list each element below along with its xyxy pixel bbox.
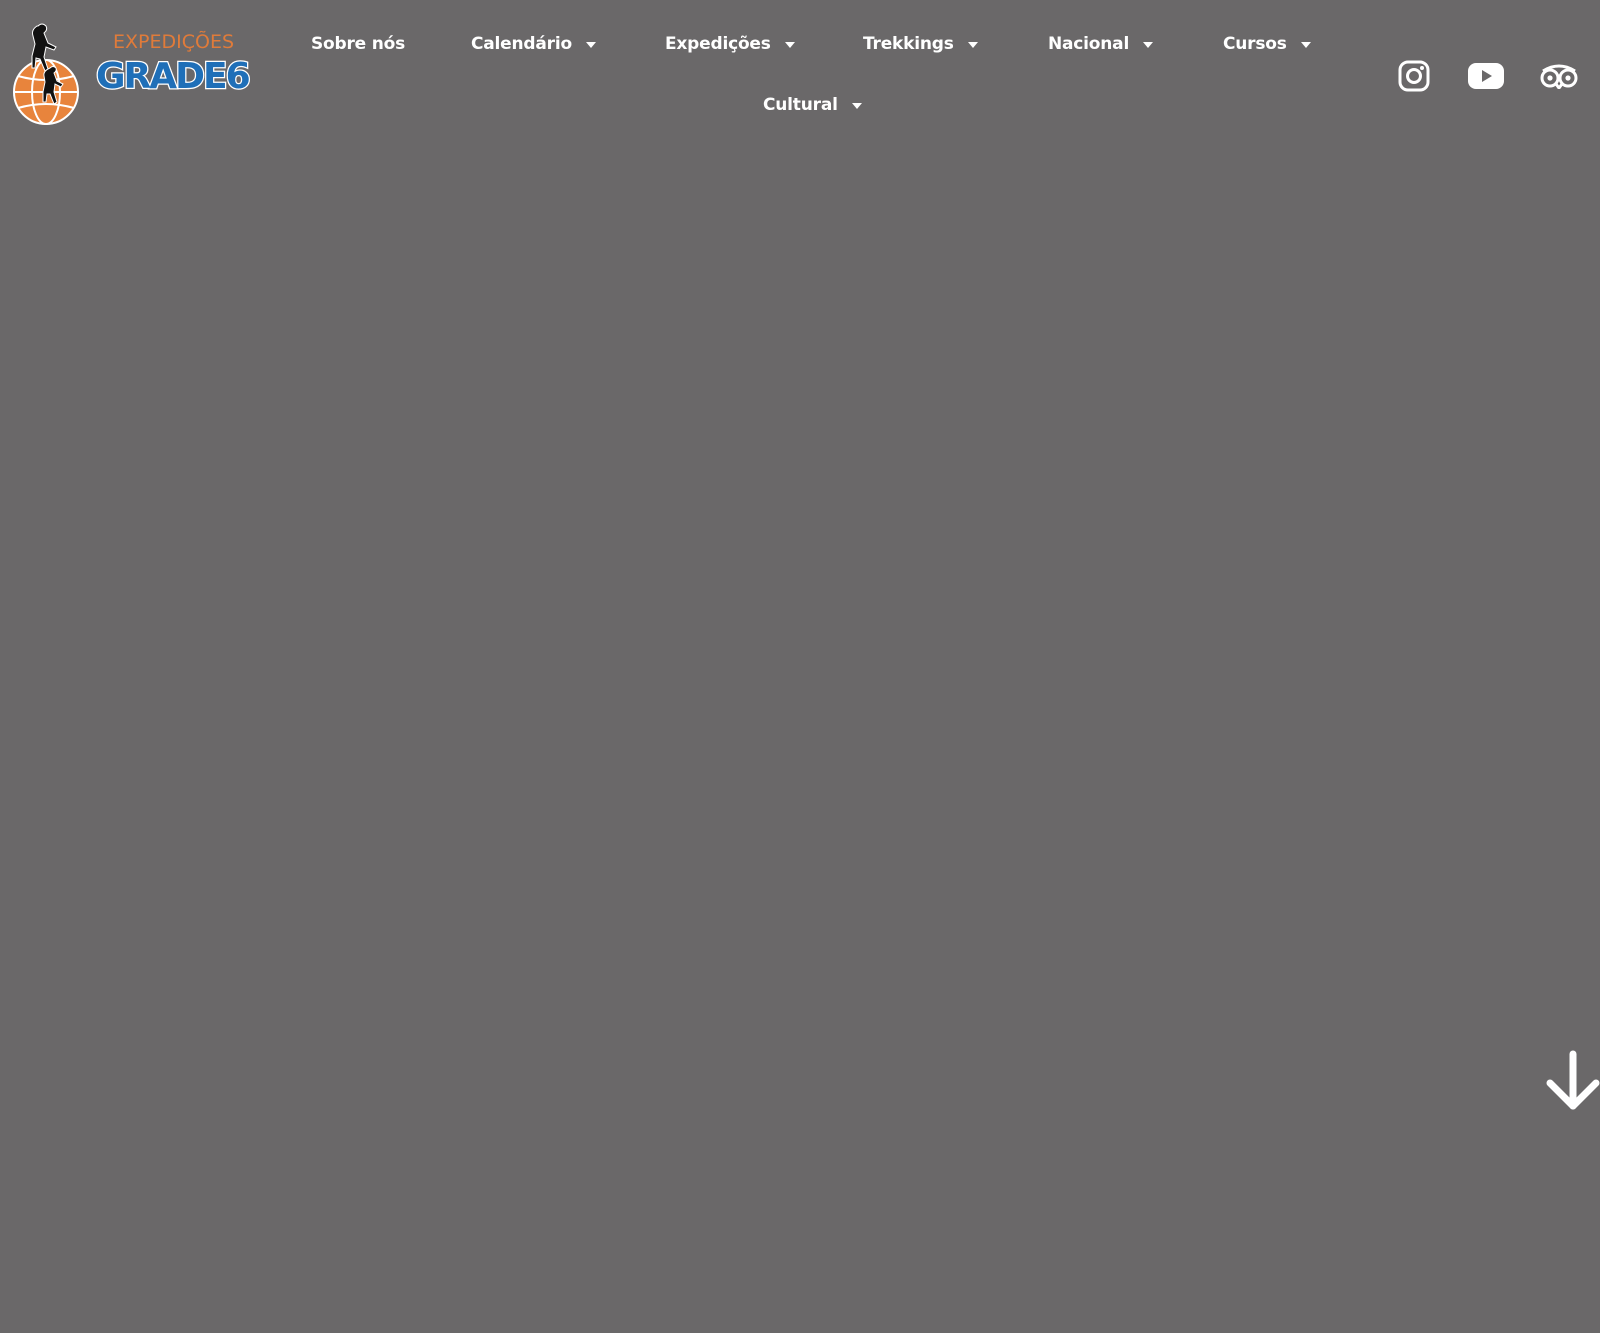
nav-item-label: Calendário (471, 34, 572, 54)
nav-item-label: Trekkings (863, 34, 954, 54)
nav-item-trekkings[interactable]: Trekkings (863, 32, 978, 56)
nav-item-sobre-nos[interactable]: Sobre nós (311, 32, 405, 56)
brand-line1: EXPEDIÇÕES (113, 30, 234, 53)
nav-item-cursos[interactable]: Cursos (1223, 32, 1311, 56)
nav-item-label: Nacional (1048, 34, 1130, 54)
scroll-down-button[interactable] (1546, 1050, 1600, 1116)
nav-item-label: Cursos (1223, 34, 1287, 54)
site-header: EXPEDIÇÕES GRADE6 Sobre nós Calendário E… (0, 0, 1600, 140)
nav-item-label: Cultural (763, 95, 838, 115)
caret-down-icon (967, 42, 978, 48)
nav-item-cultural[interactable]: Cultural (763, 93, 862, 117)
caret-down-icon (585, 42, 596, 48)
nav-item-expedicoes[interactable]: Expedições (665, 32, 795, 56)
logo-graphic: EXPEDIÇÕES GRADE6 (13, 23, 250, 125)
caret-down-icon (784, 42, 795, 48)
youtube-icon (1468, 63, 1504, 89)
nav-item-label: Expedições (665, 34, 771, 54)
tripadvisor-icon (1540, 64, 1578, 89)
youtube-link[interactable] (1466, 56, 1506, 96)
nav-item-label: Sobre nós (311, 34, 406, 54)
brand-logo[interactable]: EXPEDIÇÕES GRADE6 (10, 18, 250, 130)
arrow-down-icon (1546, 1050, 1600, 1110)
tripadvisor-link[interactable] (1539, 56, 1579, 96)
caret-down-icon (851, 103, 862, 109)
main-nav: Sobre nós Calendário Expedições Trekking… (270, 22, 1360, 142)
caret-down-icon (1143, 42, 1154, 48)
instagram-link[interactable] (1394, 56, 1434, 96)
instagram-icon (1398, 60, 1430, 92)
nav-item-nacional[interactable]: Nacional (1048, 32, 1154, 56)
nav-item-calendario[interactable]: Calendário (471, 32, 596, 56)
page: EXPEDIÇÕES GRADE6 Sobre nós Calendário E… (0, 0, 1600, 1333)
caret-down-icon (1300, 42, 1311, 48)
brand-line2: GRADE6 (96, 56, 250, 97)
